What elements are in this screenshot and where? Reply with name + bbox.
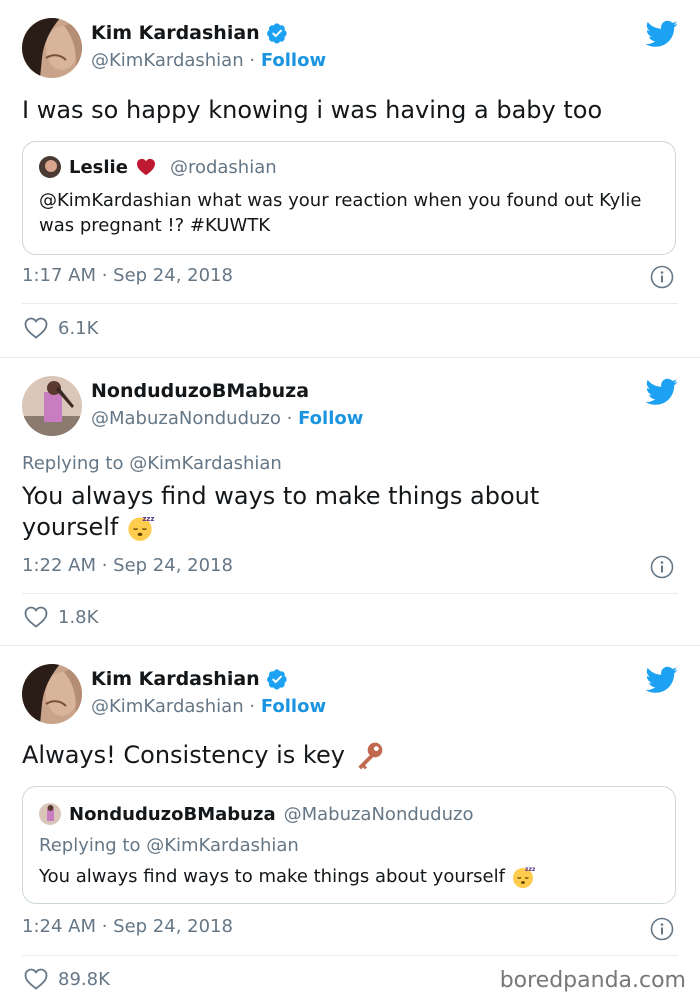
replying-to[interactable]: Replying to @KimKardashian <box>22 453 282 474</box>
quoted-handle: @rodashian <box>169 156 277 178</box>
like-count: 1.8K <box>58 606 99 628</box>
twitter-bird-icon[interactable] <box>646 666 678 694</box>
avatar[interactable] <box>22 664 82 724</box>
tweet-text: I was so happy knowing i was having a ba… <box>22 96 603 124</box>
divider <box>22 303 678 304</box>
quoted-display-name: NonduduzoBMabuza <box>69 803 276 825</box>
user-handle[interactable]: @MabuzaNonduduzo <box>91 408 281 429</box>
user-handle[interactable]: @KimKardashian <box>91 696 244 717</box>
user-handle[interactable]: @KimKardashian <box>91 50 244 71</box>
quoted-tweet[interactable]: NonduduzoBMabuza @MabuzaNonduduzo Replyi… <box>22 786 676 904</box>
divider <box>22 955 678 956</box>
sleeping-face-emoji-icon <box>511 865 535 889</box>
quoted-display-name: Leslie <box>69 156 128 178</box>
follow-button[interactable]: Follow <box>261 50 326 71</box>
separator: · <box>249 50 256 71</box>
timestamp[interactable]: 1:17 AM · Sep 24, 2018 <box>22 265 233 286</box>
quoted-replying-to: Replying to @KimKardashian <box>39 835 299 856</box>
sleeping-face-emoji-icon <box>126 514 154 542</box>
like-button[interactable]: 1.8K <box>24 606 98 628</box>
info-icon[interactable] <box>650 917 674 941</box>
watermark: boredpanda.com <box>499 968 686 993</box>
tweet-text: Always! Consistency is key <box>22 740 662 772</box>
quoted-tweet[interactable]: Leslie @rodashian @KimKardashian what wa… <box>22 141 676 255</box>
like-button[interactable]: 6.1K <box>24 317 98 339</box>
display-name[interactable]: Kim Kardashian <box>91 22 260 44</box>
verified-badge-icon <box>266 668 288 690</box>
heart-icon <box>24 968 48 990</box>
quoted-text: You always find ways to make things abou… <box>39 864 659 889</box>
key-emoji-icon <box>353 740 385 772</box>
quoted-handle: @MabuzaNonduduzo <box>283 803 474 825</box>
tweet-3[interactable]: Kim Kardashian @KimKardashian · Follow A… <box>0 646 700 1007</box>
heart-emoji-icon <box>136 158 155 176</box>
quoted-text-content: You always find ways to make things abou… <box>39 866 505 887</box>
quoted-avatar <box>39 803 61 825</box>
twitter-bird-icon[interactable] <box>646 20 678 48</box>
tweet-2[interactable]: NonduduzoBMabuza @MabuzaNonduduzo · Foll… <box>0 358 700 646</box>
avatar[interactable] <box>22 376 82 436</box>
quoted-avatar <box>39 156 61 178</box>
display-name[interactable]: Kim Kardashian <box>91 668 260 690</box>
heart-icon <box>24 606 48 628</box>
like-count: 6.1K <box>58 317 99 339</box>
tweet-text-content: Always! Consistency is key <box>22 741 345 769</box>
separator: · <box>249 696 256 717</box>
verified-badge-icon <box>266 22 288 44</box>
follow-button[interactable]: Follow <box>298 408 363 429</box>
separator: · <box>286 408 293 429</box>
tweet-text-line-2-text: yourself <box>22 513 119 541</box>
quoted-text: @KimKardashian what was your reaction wh… <box>39 190 642 236</box>
info-icon[interactable] <box>650 555 674 579</box>
tweet-text: You always find ways to make things abou… <box>22 481 662 543</box>
follow-button[interactable]: Follow <box>261 696 326 717</box>
timestamp[interactable]: 1:22 AM · Sep 24, 2018 <box>22 555 233 576</box>
avatar[interactable] <box>22 18 82 78</box>
tweet-text-line-2: yourself <box>22 512 662 543</box>
heart-icon <box>24 317 48 339</box>
tweet-1[interactable]: Kim Kardashian @KimKardashian · Follow I… <box>0 0 700 358</box>
divider <box>22 593 678 594</box>
display-name[interactable]: NonduduzoBMabuza <box>91 380 309 402</box>
twitter-bird-icon[interactable] <box>646 378 678 406</box>
like-button[interactable]: 89.8K <box>24 968 110 990</box>
info-icon[interactable] <box>650 265 674 289</box>
timestamp[interactable]: 1:24 AM · Sep 24, 2018 <box>22 916 233 937</box>
like-count: 89.8K <box>58 968 110 990</box>
tweet-text-line-1: You always find ways to make things abou… <box>22 482 540 510</box>
